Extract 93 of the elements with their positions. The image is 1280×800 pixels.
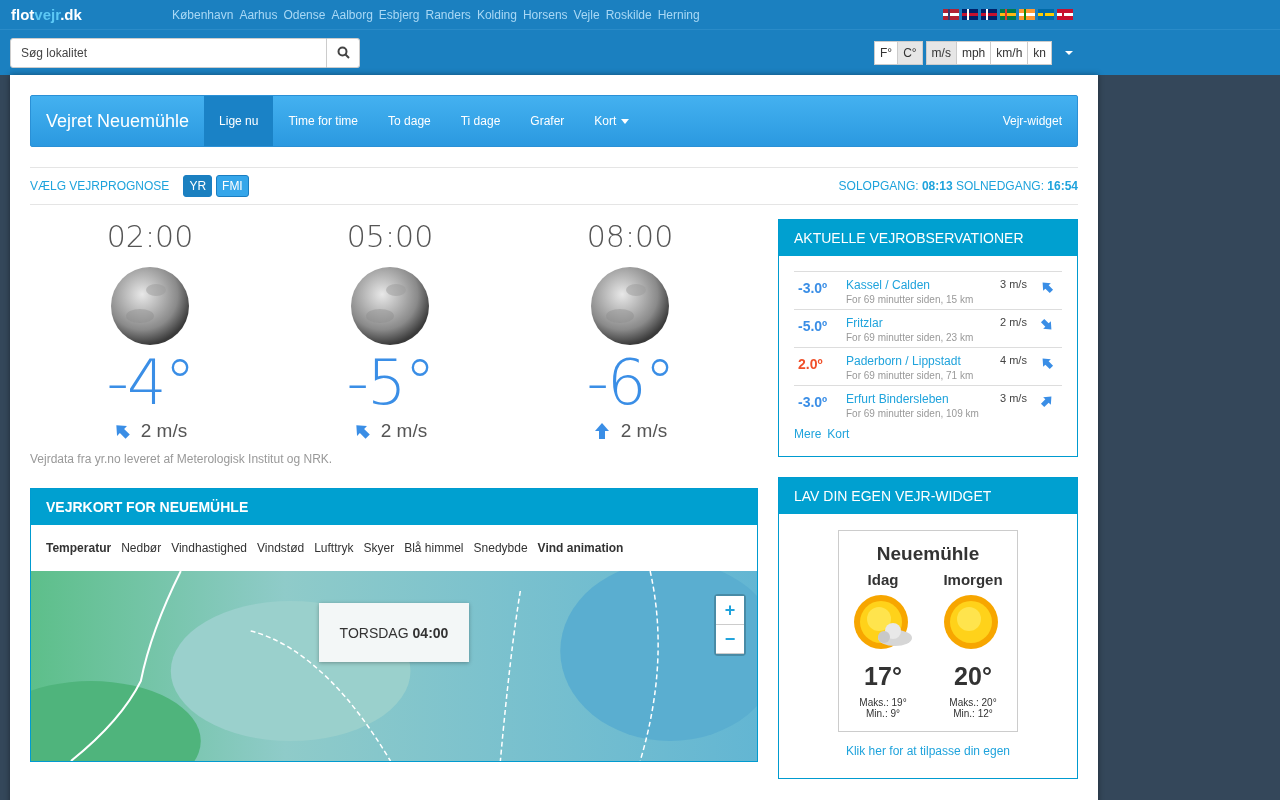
day-label: Idag — [867, 571, 899, 588]
wind-speed: 2 m/s — [1000, 316, 1028, 328]
forecast-temperature: -5° — [346, 346, 434, 421]
observation-detail: For 69 minutter siden, 71 km — [846, 370, 975, 381]
map-layer-link[interactable]: Nedbør — [121, 541, 162, 556]
caret-icon[interactable] — [1064, 49, 1074, 56]
map-layer-link[interactable]: Blå himmel — [404, 541, 464, 556]
map-time-label: TORSDAG 04:00 — [319, 603, 469, 663]
nav-tab[interactable]: Grafer — [515, 96, 580, 146]
city-link[interactable]: Roskilde — [605, 7, 652, 22]
observed-temperature: -3.0º — [797, 393, 829, 410]
map-layer-link[interactable]: Vindhastighed — [171, 541, 247, 556]
moon-icon — [110, 266, 190, 346]
station-link[interactable]: Fritzlar — [846, 316, 1000, 330]
nav-tab[interactable]: Kort — [579, 96, 645, 146]
zoom-in-button[interactable]: + — [716, 596, 744, 626]
max-temperature: Maks.: 20° — [949, 697, 997, 708]
search-icon — [336, 46, 350, 59]
unit-button[interactable]: km/h — [990, 40, 1029, 65]
forecast-temperature: -6° — [586, 346, 674, 421]
wind-speed: 2 m/s — [380, 420, 428, 443]
widget-place: Neuemühle — [876, 543, 980, 565]
data-credit: Vejrdata fra yr.no leveret af Meterologisk Institut og NRK. — [30, 452, 334, 467]
station-link[interactable]: Paderborn / Lippstadt — [846, 354, 1000, 368]
map-layer-link[interactable]: Snedybde — [473, 541, 528, 556]
wind-speed: 2 m/s — [620, 420, 668, 443]
unit-button[interactable]: F° — [874, 40, 899, 65]
unit-button[interactable]: kn — [1027, 40, 1052, 65]
forecast-time: 05:00 — [346, 219, 434, 254]
map-layer-link[interactable]: Vindstød — [257, 541, 305, 556]
map-layer-link[interactable]: Temperatur — [46, 541, 112, 556]
source-button[interactable]: YR — [183, 175, 213, 197]
nav-tab[interactable]: Time for time — [273, 96, 374, 146]
min-temperature: Min.: 9° — [866, 708, 900, 719]
widget-link[interactable]: Vejr-widget — [987, 96, 1077, 146]
observation-detail: For 69 minutter siden, 109 km — [846, 408, 980, 419]
zoom-out-button[interactable]: − — [716, 625, 744, 655]
nav-tab[interactable]: To dage — [373, 96, 446, 146]
map-layer-link[interactable]: Skyer — [363, 541, 395, 556]
flag-icon[interactable] — [943, 9, 959, 20]
search-field[interactable]: Søg lokalitet — [10, 37, 327, 68]
flag-icon[interactable] — [981, 9, 997, 20]
city-link[interactable]: Aarhus — [239, 7, 278, 22]
panel-title: LAV DIN EGEN VEJR-WIDGET — [794, 488, 992, 504]
observed-temperature: 2.0º — [797, 355, 824, 372]
panel-title: AKTUELLE VEJROBSERVATIONER — [794, 230, 1024, 246]
city-link[interactable]: Horsens — [522, 7, 568, 22]
moon-icon — [590, 266, 670, 346]
city-link[interactable]: Kolding — [476, 7, 517, 22]
source-button[interactable]: FMI — [216, 175, 249, 197]
wind-speed: 3 m/s — [1000, 392, 1028, 404]
observation-detail: For 69 minutter siden, 23 km — [846, 332, 975, 343]
city-link[interactable]: Vejle — [573, 7, 600, 22]
unit-button[interactable]: m/s — [925, 40, 957, 65]
city-link[interactable]: Herning — [657, 7, 700, 22]
wind-speed: 4 m/s — [1000, 354, 1028, 366]
forecast-temperature: -4° — [106, 346, 194, 421]
unit-button[interactable]: C° — [897, 40, 923, 65]
max-temperature: Maks.: 19° — [859, 697, 907, 708]
nav-tab[interactable]: Ti dage — [445, 96, 516, 146]
day-temperature: 17° — [864, 662, 902, 691]
customize-link[interactable]: Klik her for at tilpasse din egen — [845, 744, 1011, 758]
map-layer-link[interactable]: Vind animation — [537, 541, 624, 556]
map-layer-link[interactable]: Lufttryk — [314, 541, 354, 556]
panel-link[interactable]: Mere — [794, 427, 822, 441]
city-link[interactable]: Aalborg — [331, 7, 373, 22]
day-temperature: 20° — [954, 662, 992, 691]
page-title[interactable]: Vejret Neuemühle — [31, 96, 205, 146]
panel-link[interactable]: Kort — [827, 427, 850, 441]
day-label: Imorgen — [943, 571, 1003, 588]
panel-title: VEJRKORT FOR NEUEMÜHLE — [46, 499, 249, 516]
wind-speed: 2 m/s — [140, 420, 188, 443]
search-button[interactable] — [327, 37, 360, 68]
moon-icon — [350, 266, 430, 346]
flag-icon[interactable] — [962, 9, 978, 20]
forecast-time: 08:00 — [586, 219, 674, 254]
wind-speed: 3 m/s — [1000, 278, 1028, 290]
city-link[interactable]: Esbjerg — [378, 7, 420, 22]
unit-button[interactable]: mph — [955, 40, 992, 65]
station-link[interactable]: Kassel / Calden — [846, 278, 1000, 292]
sun-times: SOLOPGANG: 08:13 SOLNEDGANG: 16:54 — [838, 179, 1078, 193]
station-link[interactable]: Erfurt Bindersleben — [846, 392, 1000, 406]
observed-temperature: -5.0º — [797, 317, 829, 334]
observation-detail: For 69 minutter siden, 15 km — [846, 294, 975, 305]
min-temperature: Min.: 12° — [953, 708, 993, 719]
forecast-time: 02:00 — [106, 219, 194, 254]
city-link[interactable]: Randers — [425, 7, 471, 22]
nav-tab[interactable]: Lige nu — [204, 96, 274, 146]
site-logo[interactable]: flotvejr.dk — [0, 6, 172, 23]
observed-temperature: -3.0º — [797, 279, 829, 296]
city-link[interactable]: Odense — [283, 7, 326, 22]
forecast-label: VÆLG VEJRPROGNOSE — [30, 179, 170, 193]
city-link[interactable]: København — [172, 7, 234, 22]
